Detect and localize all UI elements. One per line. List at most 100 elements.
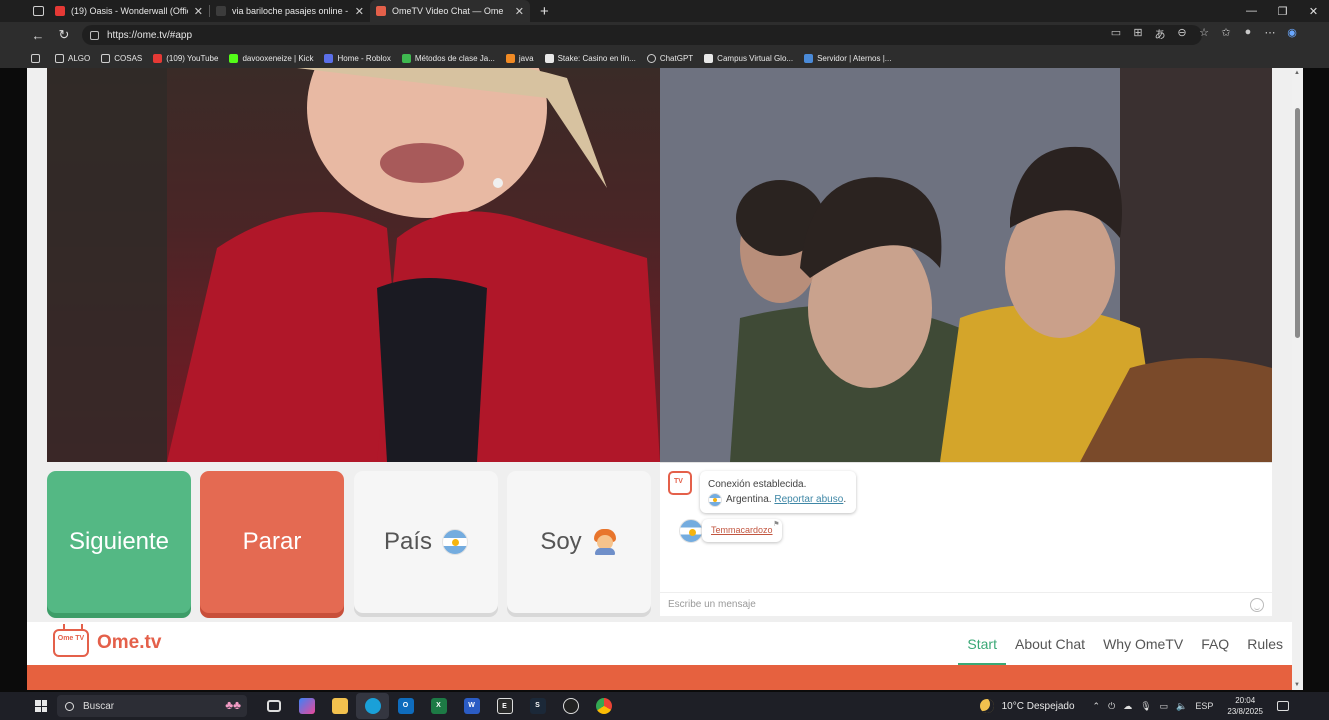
copilot-icon[interactable]: ◉: [1285, 26, 1299, 42]
clock[interactable]: 20:04 23/8/2025: [1227, 695, 1263, 717]
weather-widget[interactable]: 10°C Despejado: [979, 699, 1075, 713]
restore-icon[interactable]: ❐: [1267, 0, 1298, 22]
edge-app[interactable]: [356, 693, 389, 719]
stop-button[interactable]: Parar: [200, 471, 344, 613]
favorite-star-icon[interactable]: ☆: [1197, 26, 1211, 42]
word-app[interactable]: W: [455, 693, 488, 719]
tab-actions-icon[interactable]: [27, 0, 49, 22]
bookmarks-bar: ALGO COSAS (109) YouTube davooxeneize | …: [0, 48, 1329, 68]
scroll-down-icon[interactable]: ▼: [1294, 682, 1300, 688]
next-button[interactable]: Siguiente: [47, 471, 191, 613]
report-abuse-link[interactable]: Reportar abuso: [774, 492, 843, 507]
bookmark-cosas[interactable]: COSAS: [101, 53, 143, 63]
clock-time: 20:04: [1235, 696, 1256, 705]
tab-title: via bariloche pasajes online - Bú: [232, 6, 349, 16]
nav-rules[interactable]: Rules: [1238, 622, 1292, 665]
obs-app[interactable]: [554, 693, 587, 719]
bookmark-label: Home - Roblox: [337, 53, 391, 63]
volume-icon[interactable]: 🔈: [1176, 701, 1187, 712]
epic-games-icon: E: [496, 698, 513, 714]
new-tab-icon[interactable]: +: [540, 3, 549, 20]
nav-why-ometv[interactable]: Why OmeTV: [1094, 622, 1192, 665]
windows-start-icon[interactable]: [35, 700, 47, 712]
epic-games-app[interactable]: E: [488, 693, 521, 719]
file-explorer-app[interactable]: [323, 693, 356, 719]
tracking-icon[interactable]: ⊖: [1175, 26, 1189, 42]
bookmark-stake[interactable]: Stake: Casino en lín...: [544, 53, 636, 63]
chrome-icon: [595, 698, 612, 714]
nav-about-chat[interactable]: About Chat: [1006, 622, 1094, 665]
translate-icon[interactable]: あ: [1153, 26, 1167, 42]
ometv-logo[interactable]: Ome TV Ome.tv: [53, 629, 161, 657]
word-icon: W: [463, 698, 480, 714]
bookmark-java[interactable]: java: [505, 53, 534, 63]
nav-start[interactable]: Start: [958, 622, 1006, 665]
bookmark-label: Stake: Casino en lín...: [557, 53, 636, 63]
scroll-up-icon[interactable]: ▲: [1294, 70, 1300, 76]
task-view-app[interactable]: [257, 693, 290, 719]
power-icon[interactable]: ⏻: [1108, 701, 1115, 712]
camera-icon[interactable]: ▭: [1109, 26, 1123, 42]
report-suffix: .: [843, 494, 847, 505]
outlook-icon: O: [397, 698, 414, 714]
address-bar[interactable]: https://ome.tv/#app: [82, 25, 1202, 45]
bookmark-youtube[interactable]: (109) YouTube: [153, 53, 218, 63]
minimize-icon[interactable]: —: [1236, 0, 1267, 22]
microphone-icon[interactable]: 🎙: [1140, 701, 1151, 712]
cloud-icon[interactable]: ☁: [1123, 701, 1132, 712]
screen: (19) Oasis - Wonderwall (Official ✕ via …: [0, 0, 1329, 720]
nav-faq[interactable]: FAQ: [1192, 622, 1238, 665]
country-button[interactable]: País: [354, 471, 498, 613]
bookmark-roblox[interactable]: Home - Roblox: [324, 53, 391, 63]
close-tab-icon[interactable]: ✕: [355, 5, 364, 18]
close-tab-icon[interactable]: ✕: [194, 5, 203, 18]
menu-icon[interactable]: ⋯: [1263, 26, 1277, 42]
gender-button[interactable]: Soy: [507, 471, 651, 613]
bookmark-metodos[interactable]: Métodos de clase Ja...: [401, 53, 495, 63]
reload-icon[interactable]: ↻: [52, 27, 76, 43]
bookmark-chatgpt[interactable]: ChatGPT: [646, 53, 693, 63]
kick-icon: [229, 53, 239, 63]
ometv-favicon-icon: [376, 6, 386, 16]
network-icon[interactable]: ▭: [1160, 701, 1169, 712]
peer-username: Temmacardozo: [711, 525, 773, 535]
close-window-icon[interactable]: ✕: [1298, 0, 1329, 22]
search-placeholder: Buscar: [83, 700, 115, 712]
remote-video-frame: [660, 68, 1272, 462]
bookmark-campus[interactable]: Campus Virtual Glo...: [704, 53, 793, 63]
bookmark-algo[interactable]: ALGO: [55, 53, 91, 63]
bookmark-label: ALGO: [68, 53, 91, 63]
bookmarks-tabs-icon[interactable]: [31, 53, 44, 63]
notifications-icon[interactable]: [1277, 701, 1289, 711]
bookmark-aternos[interactable]: Servidor | Aternos |...: [804, 53, 892, 63]
message-input[interactable]: Escribe un mensaje: [660, 592, 1272, 616]
tab-ometv[interactable]: OmeTV Video Chat — Ome ✕: [370, 0, 530, 22]
emoji-icon[interactable]: [1250, 598, 1264, 612]
taskbar-search[interactable]: Buscar ♣♣: [57, 695, 247, 717]
back-icon[interactable]: ←: [26, 28, 50, 43]
ometv-system-icon: [668, 471, 692, 495]
moon-icon: [979, 699, 994, 713]
profile-icon[interactable]: ●: [1241, 26, 1255, 42]
chrome-app[interactable]: [587, 693, 620, 719]
favorites-icon[interactable]: ✩: [1219, 26, 1233, 42]
scroll-thumb[interactable]: [1295, 108, 1300, 338]
folder-icon: [331, 698, 348, 714]
copilot-app[interactable]: [290, 693, 323, 719]
site-info-icon[interactable]: [90, 30, 99, 40]
page-scrollbar[interactable]: ▲ ▼: [1292, 68, 1303, 690]
language-indicator[interactable]: ESP: [1195, 701, 1213, 711]
bookmark-label: Servidor | Aternos |...: [817, 53, 892, 63]
close-tab-icon[interactable]: ✕: [515, 5, 524, 18]
flag-report-icon[interactable]: ⚑: [773, 517, 779, 532]
show-hidden-icon[interactable]: ⌃: [1093, 701, 1101, 712]
peer-username-bubble[interactable]: Temmacardozo ⚑: [702, 519, 782, 542]
app-icon[interactable]: ⊞: [1131, 26, 1145, 42]
excel-app[interactable]: X: [422, 693, 455, 719]
outlook-app[interactable]: O: [389, 693, 422, 719]
steam-app[interactable]: S: [521, 693, 554, 719]
bookmark-kick[interactable]: davooxeneize | Kick: [229, 53, 313, 63]
tab-youtube[interactable]: (19) Oasis - Wonderwall (Official ✕: [49, 0, 209, 22]
bookmark-label: COSAS: [114, 53, 143, 63]
tab-bariloche[interactable]: via bariloche pasajes online - Bú ✕: [210, 0, 370, 22]
